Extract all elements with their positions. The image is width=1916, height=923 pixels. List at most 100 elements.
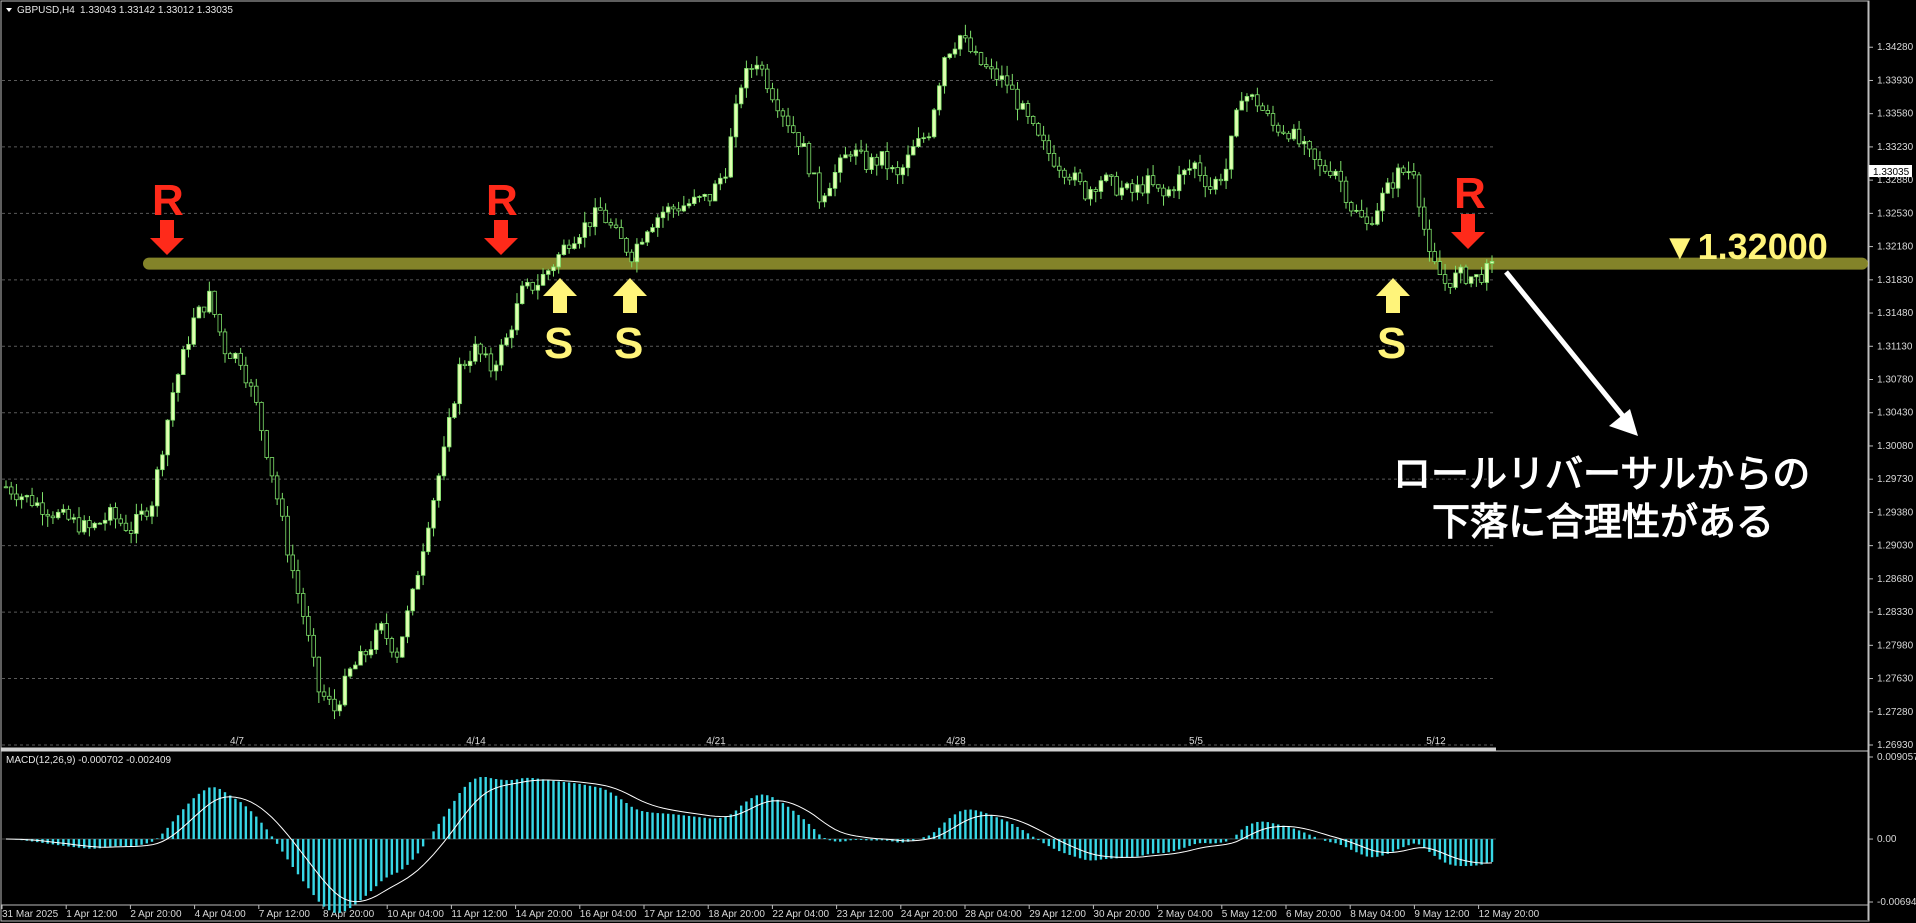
candle-body [546,270,551,275]
candle-body [243,364,249,384]
candle-body [321,691,327,697]
candle-body [775,99,780,112]
candle-body [692,196,697,205]
candle-body [994,68,999,80]
week-label: 4/7 [230,736,244,747]
candle-body [1380,192,1385,212]
price-tick-label: 1.27630 [1877,674,1914,685]
svg-text:S: S [544,319,573,368]
candle-body [405,610,410,638]
candle-body [144,510,149,517]
candle-body [1395,167,1401,189]
candle-body [1286,132,1291,140]
candle-body [1359,209,1364,218]
candle-body [853,149,859,157]
candle-body [1223,168,1229,182]
down-arrow-icon [1451,214,1485,249]
candle-body [1343,180,1349,203]
candle-body [113,507,118,520]
candle-body [1375,210,1380,225]
week-label: 5/5 [1189,736,1203,747]
key-level-band [143,257,1868,270]
candle-body [155,469,160,507]
candle-body [780,110,786,117]
candle-body [1004,75,1010,86]
candle-body [238,352,243,366]
candle-body [181,349,186,375]
candle-body [1135,184,1140,193]
candle-body [1062,169,1067,178]
level-label: ▼1.32000 [1662,226,1828,267]
candle-body [1432,251,1437,263]
candle-body [509,329,514,339]
candle-body [1270,113,1276,126]
candle-body [1255,94,1260,107]
macd-tick-label: 0.00 [1877,834,1897,845]
candle-body [1265,110,1270,114]
time-tick-label: 11 Apr 12:00 [451,909,507,920]
time-tick-label: 18 Apr 20:00 [708,909,765,920]
candle-body [1187,168,1192,171]
candle-body [415,574,421,590]
time-tick-label: 12 May 20:00 [1479,909,1540,920]
candle-body [186,343,191,350]
dropdown-triangle-icon[interactable] [6,8,12,12]
candle-body [801,143,806,147]
time-tick-label: 24 Apr 20:00 [901,909,958,920]
candle-body [665,206,671,213]
time-tick-label: 16 Apr 04:00 [580,909,637,920]
candle-body [347,668,353,677]
candle-body [478,343,483,355]
candle-body [1385,182,1390,194]
candle-body [410,588,415,612]
candle-body [493,364,499,372]
current-price-label: 1.33035 [1873,167,1910,178]
candle-body [248,382,254,387]
price-tick-label: 1.29380 [1877,507,1914,518]
candle-body [895,167,900,176]
candle-body [744,68,749,89]
candle-body [35,502,40,506]
candle-body [796,132,801,147]
candle-body [1463,266,1469,284]
candle-body [587,222,593,228]
candle-body [619,227,624,239]
candle-body [712,183,718,202]
candle-body [1312,148,1317,160]
candle-body [577,237,582,245]
candle-body [937,85,942,111]
candle-body [603,209,608,224]
candle-body [201,306,207,313]
candle-body [337,704,342,712]
candle-body [311,634,316,658]
candle-body [353,664,358,670]
support-marker: S [543,278,577,368]
candle-body [1103,174,1109,182]
candle-body [29,495,35,506]
candle-body [1213,178,1218,190]
candle-body [1234,109,1239,137]
time-tick-label: 29 Apr 12:00 [1029,909,1086,920]
candle-body [1015,88,1020,110]
candle-body [358,650,363,666]
price-tick-label: 1.29730 [1877,474,1914,485]
time-tick-label: 30 Apr 20:00 [1093,909,1150,920]
candle-body [916,138,921,147]
macd-tick-label: 0.009057 [1877,752,1916,763]
candle-body [952,48,958,55]
price-tick-label: 1.26930 [1877,740,1914,751]
candle-body [791,125,796,133]
candle-body [128,530,134,534]
price-tick-label: 1.33930 [1877,75,1914,86]
candle-body [1072,172,1078,181]
candle-body [874,156,879,166]
candle-body [1041,134,1046,142]
candle-body [900,167,906,176]
candle-body [160,454,165,471]
candle-body [3,486,9,489]
candle-body [1296,128,1302,145]
candle-body [61,508,66,513]
candle-body [295,570,301,594]
candle-body [342,675,348,706]
candle-body [1349,202,1354,212]
